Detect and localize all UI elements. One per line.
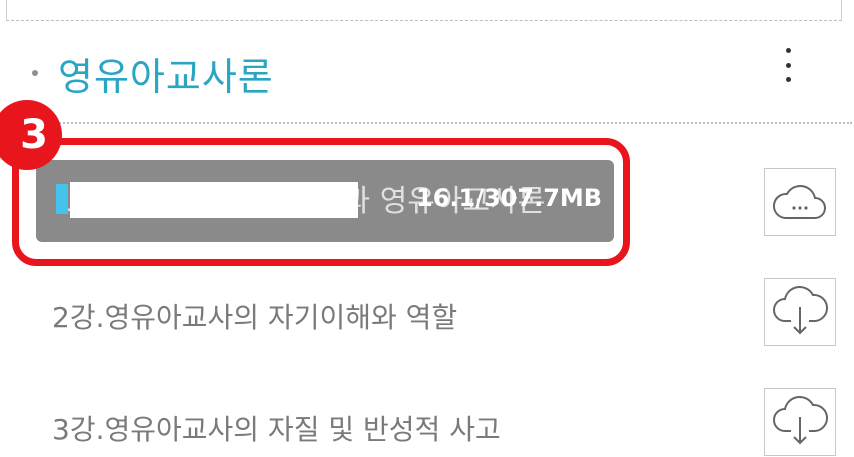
more-options-icon[interactable]: [776, 48, 800, 82]
section-divider: [40, 122, 852, 124]
previous-section-frame: [6, 0, 842, 21]
highlight-frame: [12, 138, 630, 266]
cloud-download-icon: [773, 395, 828, 445]
lecture-item-3[interactable]: 3강.영유아교사의 자질 및 반성적 사고: [52, 408, 501, 448]
section-title: 영유아교사론: [58, 55, 274, 99]
section-bullet: [32, 70, 38, 76]
lecture-item-2[interactable]: 2강.영유아교사의 자기이해와 역할: [52, 296, 457, 336]
cloud-download-icon: [773, 285, 828, 335]
cloud-dots-icon: [773, 184, 826, 219]
download-button-3[interactable]: [764, 388, 836, 456]
download-button-2[interactable]: [764, 278, 836, 346]
download-status-button[interactable]: [764, 168, 836, 236]
